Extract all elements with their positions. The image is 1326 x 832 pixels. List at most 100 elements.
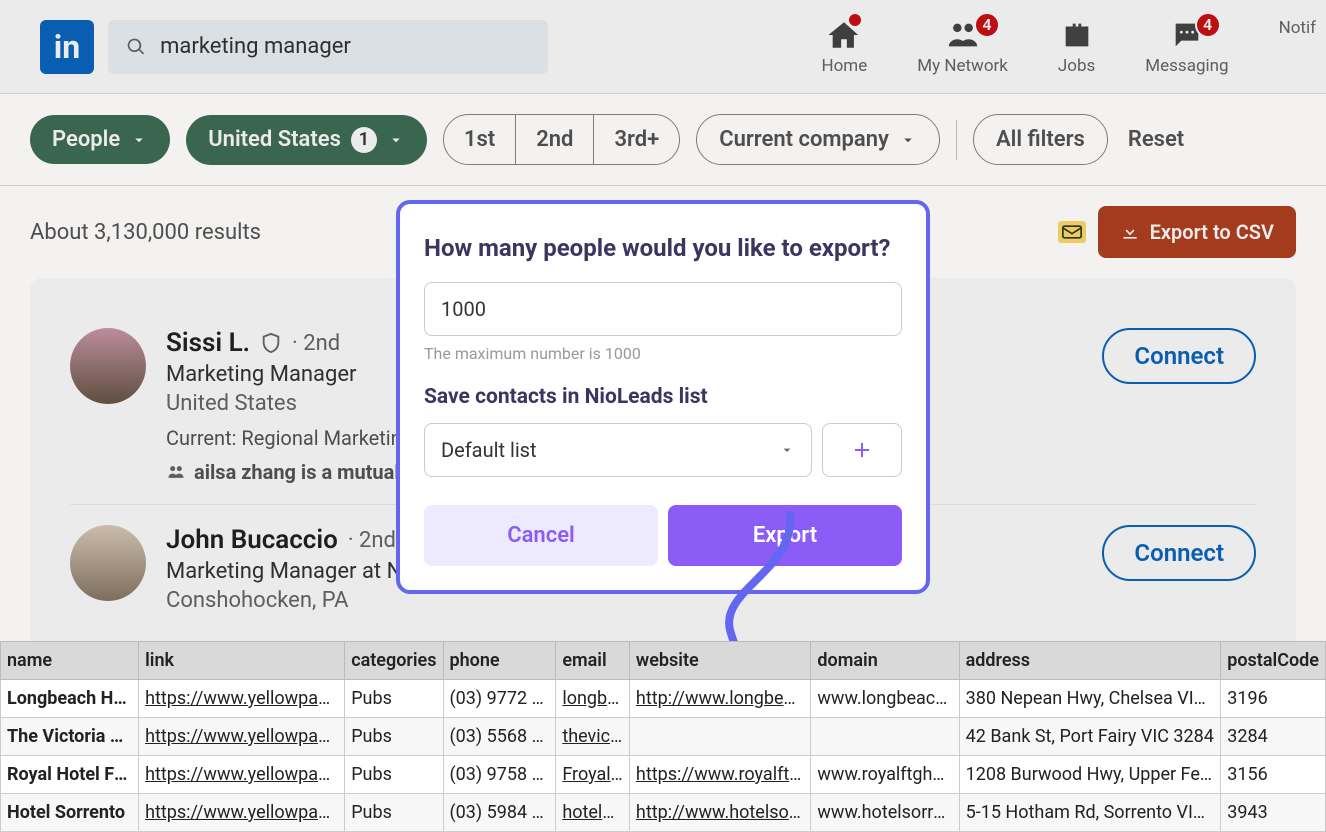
modal-save-label: Save contacts in NioLeads list bbox=[424, 385, 902, 409]
results-count: About 3,130,000 results bbox=[30, 220, 261, 245]
table-cell: The Victoria Hotel bbox=[1, 718, 139, 756]
nav-jobs[interactable]: Jobs bbox=[1058, 18, 1095, 76]
filter-bar: People United States 1 1st 2nd 3rd+ Curr… bbox=[0, 94, 1326, 186]
table-cell: http://www.longbeachhote bbox=[629, 680, 810, 718]
table-cell: https://www.yellowpages.com bbox=[139, 794, 345, 832]
mutual-icon bbox=[166, 462, 186, 482]
table-cell: 3156 bbox=[1221, 756, 1326, 794]
table-cell: 5-15 Hotham Rd, Sorrento VIC 3943 bbox=[959, 794, 1221, 832]
chevron-down-icon bbox=[899, 131, 917, 149]
table-cell bbox=[811, 718, 959, 756]
nav-messaging-label: Messaging bbox=[1145, 56, 1228, 76]
download-icon bbox=[1120, 222, 1140, 242]
nav-messaging[interactable]: 4 Messaging bbox=[1145, 18, 1228, 76]
connect-button[interactable]: Connect bbox=[1102, 525, 1256, 581]
add-list-button[interactable] bbox=[822, 423, 902, 477]
table-header: address bbox=[959, 642, 1221, 680]
cancel-button[interactable]: Cancel bbox=[424, 505, 658, 566]
chevron-down-icon bbox=[779, 442, 795, 458]
table-header: name bbox=[1, 642, 139, 680]
nav-notifications[interactable]: Notif bbox=[1279, 18, 1316, 76]
table-cell bbox=[629, 718, 810, 756]
export-csv-button[interactable]: Export to CSV bbox=[1098, 206, 1296, 258]
table-cell: 3196 bbox=[1221, 680, 1326, 718]
export-button[interactable]: Export bbox=[668, 505, 902, 566]
nav-network[interactable]: 4 My Network bbox=[917, 18, 1008, 76]
table-row: Royal Hotel Ferntrhttps://www.yellowpage… bbox=[1, 756, 1326, 794]
modal-hint: The maximum number is 1000 bbox=[424, 344, 902, 363]
divider bbox=[956, 120, 957, 160]
table-header: domain bbox=[811, 642, 959, 680]
export-modal: How many people would you like to export… bbox=[396, 200, 930, 594]
filter-people[interactable]: People bbox=[30, 115, 170, 164]
nav-notif-label: Notif bbox=[1279, 18, 1316, 38]
table-cell: 42 Bank St, Port Fairy VIC 3284 bbox=[959, 718, 1221, 756]
nav-home[interactable]: Home bbox=[821, 18, 867, 76]
table-cell: Froyalftg.l bbox=[556, 756, 630, 794]
search-input[interactable] bbox=[160, 34, 530, 59]
table-cell: www.hotelsorrento.co bbox=[811, 794, 959, 832]
table-cell: 1208 Burwood Hwy, Upper Ferntree G bbox=[959, 756, 1221, 794]
table-row: The Victoria Hotelhttps://www.yellowpage… bbox=[1, 718, 1326, 756]
table-cell: (03) 5568 2891 bbox=[443, 718, 556, 756]
table-cell: https://www.yellowpages.com bbox=[139, 680, 345, 718]
table-cell: (03) 5984 8000 bbox=[443, 794, 556, 832]
table-cell: 3943 bbox=[1221, 794, 1326, 832]
table-cell: Pubs bbox=[345, 756, 443, 794]
table-row: Longbeach Hotelhttps://www.yellowpages.c… bbox=[1, 680, 1326, 718]
table-cell: thevictoriahotelportfairy@gmail.com bbox=[556, 718, 630, 756]
table-header: website bbox=[629, 642, 810, 680]
filter-reset[interactable]: Reset bbox=[1128, 127, 1184, 152]
linkedin-logo[interactable]: in bbox=[40, 20, 94, 74]
filter-degree-group: 1st 2nd 3rd+ bbox=[443, 114, 680, 165]
table-cell: https://www.royalftghotel. bbox=[629, 756, 810, 794]
filter-company[interactable]: Current company bbox=[696, 114, 940, 165]
table-cell: (03) 9772 1633 bbox=[443, 680, 556, 718]
filter-2nd[interactable]: 2nd bbox=[516, 115, 594, 164]
table-header: phone bbox=[443, 642, 556, 680]
table-cell: http://www.hotelsorrento.c bbox=[629, 794, 810, 832]
table-cell: hotel@hot bbox=[556, 794, 630, 832]
table-cell: www.longbeachhote bbox=[811, 680, 959, 718]
table-cell: Pubs bbox=[345, 794, 443, 832]
table-cell: longbeach bbox=[556, 680, 630, 718]
jobs-icon bbox=[1060, 18, 1094, 52]
filter-all[interactable]: All filters bbox=[973, 114, 1108, 165]
chevron-down-icon bbox=[387, 131, 405, 149]
table-cell: Hotel Sorrento bbox=[1, 794, 139, 832]
header: in Home 4 My Network Jobs 4 Messaging No… bbox=[0, 0, 1326, 94]
export-table: namelinkcategoriesphoneemailwebsitedomai… bbox=[0, 641, 1326, 832]
nav-jobs-label: Jobs bbox=[1058, 56, 1095, 76]
nav-network-badge: 4 bbox=[974, 12, 1000, 38]
nav-home-label: Home bbox=[821, 56, 867, 76]
filter-1st[interactable]: 1st bbox=[444, 115, 516, 164]
nav-home-badge bbox=[847, 12, 863, 28]
table-cell: Longbeach Hotel bbox=[1, 680, 139, 718]
verified-icon bbox=[260, 332, 282, 354]
table-cell: (03) 9758 2755 bbox=[443, 756, 556, 794]
export-count-input[interactable] bbox=[424, 282, 902, 336]
search-box[interactable] bbox=[108, 20, 548, 74]
top-nav: Home 4 My Network Jobs 4 Messaging Notif bbox=[821, 18, 1286, 76]
table-row: Hotel Sorrentohttps://www.yellowpages.co… bbox=[1, 794, 1326, 832]
connect-button[interactable]: Connect bbox=[1102, 328, 1256, 384]
modal-title: How many people would you like to export… bbox=[424, 234, 902, 262]
table-cell: 380 Nepean Hwy, Chelsea VIC 3196 bbox=[959, 680, 1221, 718]
plus-icon bbox=[850, 438, 874, 462]
avatar[interactable] bbox=[70, 328, 146, 404]
table-cell: Pubs bbox=[345, 718, 443, 756]
list-select[interactable]: Default list bbox=[424, 423, 812, 477]
table-header: categories bbox=[345, 642, 443, 680]
table-cell: https://www.yellowpages.com bbox=[139, 718, 345, 756]
filter-country[interactable]: United States 1 bbox=[186, 115, 427, 165]
table-cell: https://www.yellowpages.com bbox=[139, 756, 345, 794]
table-header: email bbox=[556, 642, 630, 680]
avatar[interactable] bbox=[70, 525, 146, 601]
table-cell: 3284 bbox=[1221, 718, 1326, 756]
table-cell: www.royalftghotel.co bbox=[811, 756, 959, 794]
table-header: link bbox=[139, 642, 345, 680]
mail-search-icon[interactable] bbox=[1058, 221, 1086, 243]
nav-messaging-badge: 4 bbox=[1195, 12, 1221, 38]
nav-network-label: My Network bbox=[917, 56, 1008, 76]
filter-3rd[interactable]: 3rd+ bbox=[594, 115, 679, 164]
